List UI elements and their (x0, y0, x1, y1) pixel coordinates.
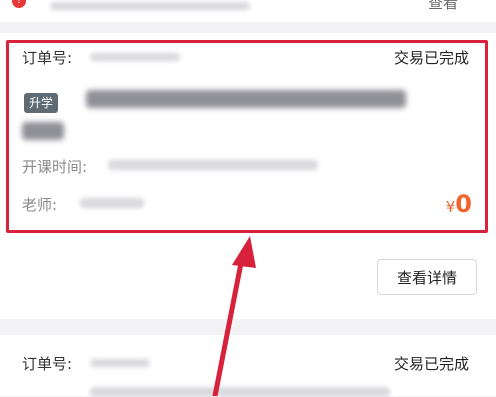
view-details-button[interactable]: 查看详情 (377, 259, 477, 295)
order-status-2: 交易已完成 (394, 355, 470, 373)
second-order-card[interactable]: 订单号: 交易已完成 (0, 335, 496, 397)
previous-order-card: ! 查看 (0, 0, 496, 22)
order-number-label-2: 订单号: (22, 355, 73, 373)
blurred-text (50, 2, 250, 10)
alert-icon: ! (12, 0, 26, 8)
order-number-value-2 (90, 359, 150, 367)
highlight-box (6, 40, 488, 233)
view-link[interactable]: 查看 (428, 0, 458, 13)
